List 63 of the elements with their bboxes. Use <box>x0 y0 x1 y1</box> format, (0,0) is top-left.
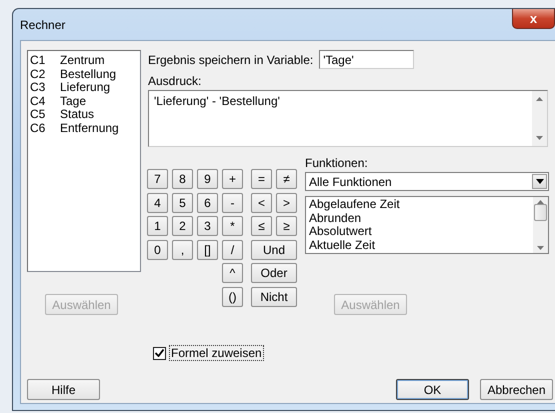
result-label: Ergebnis speichern in Variable: <box>148 52 314 66</box>
keypad-key[interactable]: 3 <box>197 216 218 236</box>
operator-key[interactable]: ^ <box>222 263 243 283</box>
dialog-button[interactable]: Abbrechen <box>480 379 553 400</box>
column-id: C5 <box>30 108 46 122</box>
window-title: Rechner <box>20 18 66 32</box>
function-item[interactable]: Aktuelle Zeit <box>309 238 530 252</box>
column-id: C2 <box>30 68 46 81</box>
keypad-key[interactable]: 8 <box>172 169 193 189</box>
function-item[interactable]: Absolutwert <box>309 225 530 238</box>
column-id: C4 <box>30 94 46 108</box>
close-button[interactable]: x <box>512 9 555 29</box>
scroll-down-icon[interactable] <box>536 136 543 140</box>
column-name: Entfernung <box>60 122 119 135</box>
operator-key[interactable]: + <box>222 169 243 189</box>
functions-list[interactable]: Abgelaufene Zeit Abrunden Absolutwert Aktuelle Zeit <box>305 196 549 254</box>
expression-field[interactable]: 'Lieferung' - 'Bestellung' <box>148 90 548 147</box>
column-id: C6 <box>30 122 46 135</box>
keypad-key[interactable]: 1 <box>147 216 168 236</box>
keypad-key[interactable]: 9 <box>197 169 218 189</box>
column-name: Zentrum <box>60 54 105 68</box>
operator-key[interactable]: < <box>251 192 272 212</box>
keypad-key[interactable]: 2 <box>172 216 193 236</box>
keypad-key[interactable]: [] <box>197 240 218 260</box>
column-name: Bestellung <box>60 68 116 81</box>
functions-label: Funktionen: <box>305 156 369 170</box>
operator-key[interactable]: Oder <box>251 263 297 283</box>
operator-key[interactable]: * <box>222 216 243 236</box>
operator-key[interactable]: Nicht <box>251 286 297 306</box>
column-id: C1 <box>30 54 46 68</box>
column-list[interactable]: C1 Zentrum C2 Bestellung C3 Lieferung C4 Tage C5 Status C6 Entfernung <box>27 50 141 272</box>
column-name: Status <box>60 108 94 122</box>
checkbox-label[interactable]: Formel zuweisen <box>169 345 264 361</box>
checkbox[interactable] <box>153 346 166 360</box>
operator-key[interactable]: = <box>251 169 272 189</box>
keypad-key[interactable]: 5 <box>172 192 193 212</box>
keypad-key[interactable]: 6 <box>197 192 218 212</box>
operator-key[interactable]: / <box>222 240 243 260</box>
scroll-down-icon[interactable] <box>537 246 544 250</box>
expression-label: Ausdruck: <box>148 74 202 88</box>
dialog-button[interactable]: OK <box>396 379 469 400</box>
keypad-key[interactable]: , <box>172 240 193 260</box>
operator-key[interactable]: - <box>222 192 243 212</box>
operator-key[interactable]: Und <box>251 240 297 260</box>
column-name: Tage <box>60 94 86 108</box>
operator-key[interactable]: ≥ <box>276 216 297 236</box>
operator-key[interactable]: () <box>222 286 243 306</box>
scroll-up-icon[interactable] <box>536 97 543 101</box>
column-id: C3 <box>30 81 46 94</box>
function-item[interactable]: Abgelaufene Zeit <box>309 198 530 212</box>
keypad-key[interactable]: 0 <box>147 240 168 260</box>
scroll-thumb[interactable] <box>534 204 547 221</box>
dropdown-arrow-icon[interactable] <box>536 179 544 184</box>
variable-field[interactable]: 'Tage' <box>319 50 414 69</box>
column-name: Lieferung <box>60 81 110 94</box>
operator-key[interactable]: > <box>276 192 297 212</box>
keypad-key[interactable]: 7 <box>147 169 168 189</box>
operator-key[interactable]: ≤ <box>251 216 272 236</box>
operator-key[interactable]: ≠ <box>276 169 297 189</box>
dialog-button[interactable]: Hilfe <box>27 379 100 400</box>
keypad-key[interactable]: 4 <box>147 192 168 212</box>
category-dropdown[interactable]: Alle Funktionen <box>305 172 549 191</box>
function-item[interactable]: Abrunden <box>309 212 530 225</box>
